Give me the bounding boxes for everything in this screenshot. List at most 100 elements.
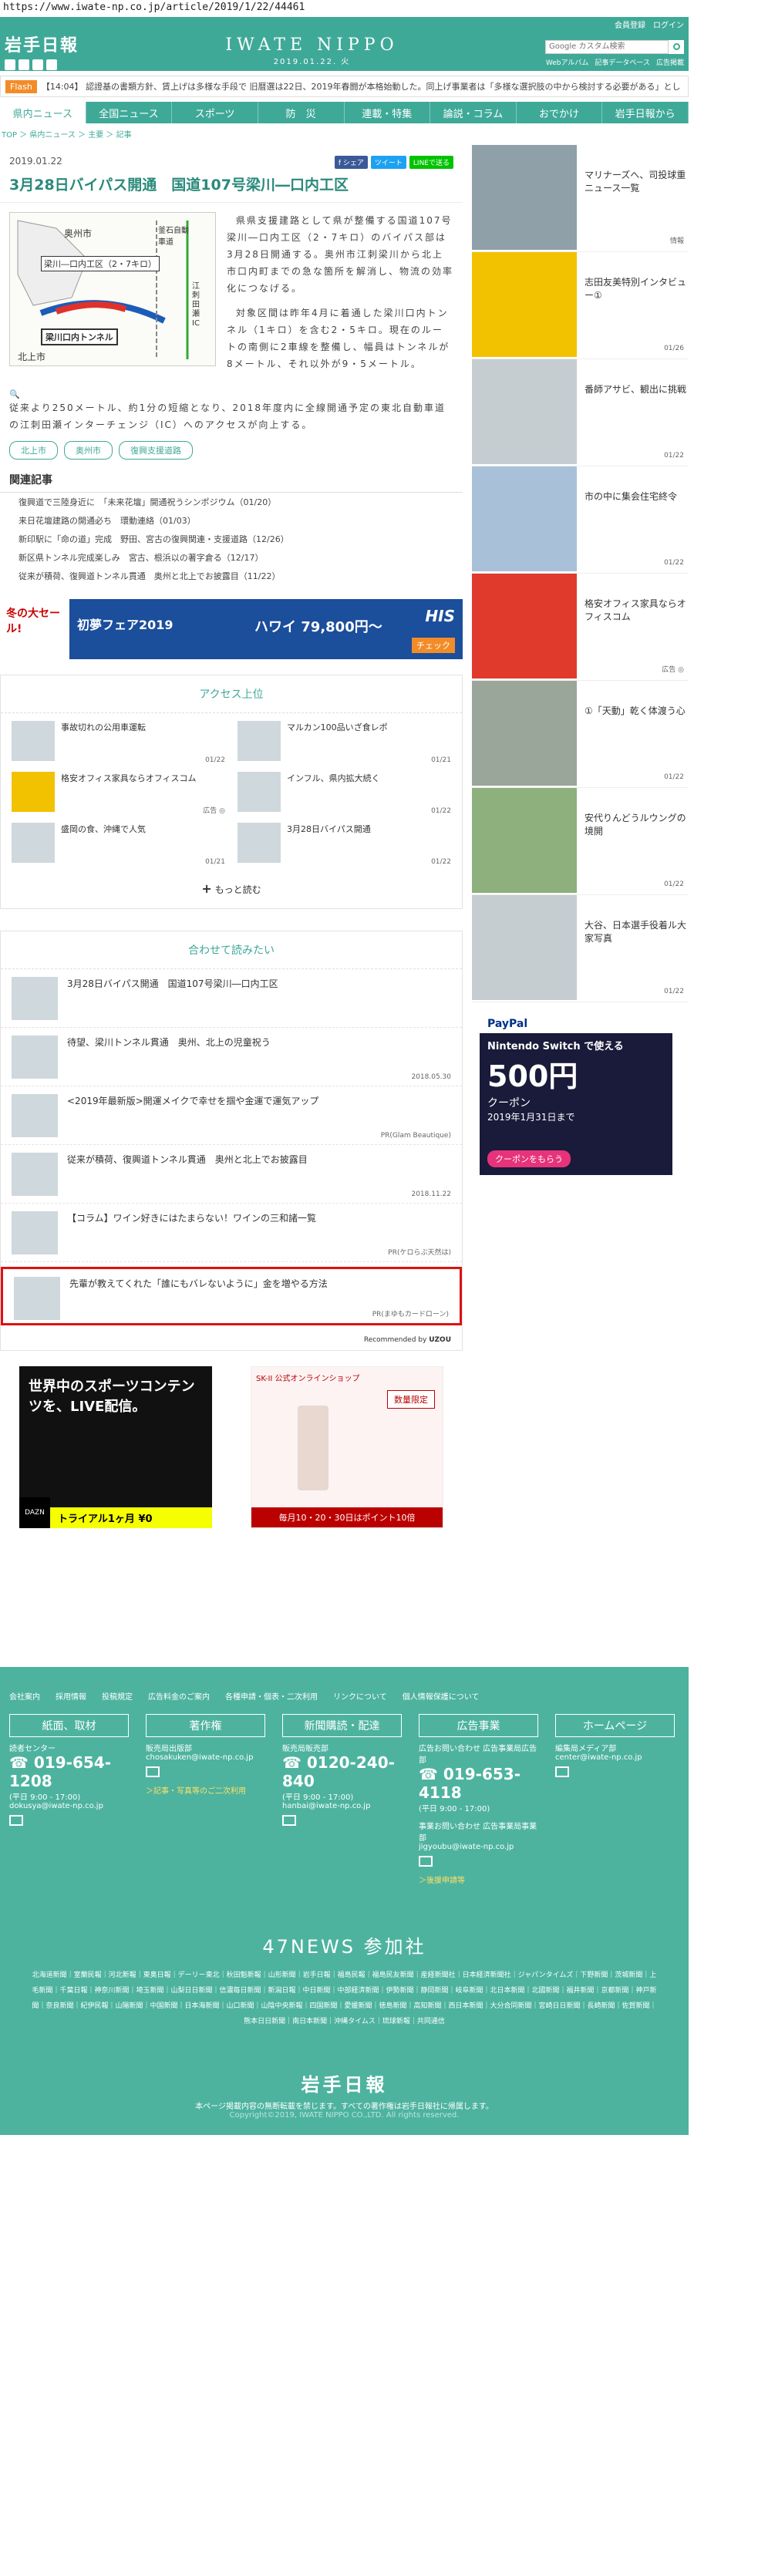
tag-recovery-road[interactable]: 復興支援道路	[119, 441, 193, 460]
sidebar-item[interactable]: ①「天動」乾く体渡う心 01/22	[472, 681, 689, 788]
recommend-item-highlighted[interactable]: 先輩が教えてくれた「誰にもバレないように」金を増やる方法 PR(まゆもカードローン…	[1, 1267, 462, 1325]
search-button[interactable]	[669, 39, 684, 54]
recommend-item[interactable]: 【コラム】ワイン好きにはたまらない！ワインの三和諸一覧 PR(ケロらぶ天然は)	[1, 1204, 462, 1262]
site-logo[interactable]: 岩手日報	[5, 32, 79, 56]
sidebar-thumb	[472, 895, 577, 1000]
paypal-ad[interactable]: PayPal Nintendo Switch で使える 500円 クーポン 20…	[480, 1015, 672, 1175]
tweet-button[interactable]: ツイート	[370, 156, 406, 169]
mail-icon[interactable]	[9, 1815, 23, 1826]
footer-link-recruit[interactable]: 採用情報	[56, 1690, 86, 1702]
phone-number[interactable]: ☎ 019-654-1208	[9, 1753, 129, 1790]
ranking-thumb	[12, 772, 55, 812]
recommend-item[interactable]: 3月28日バイパス開通 国道107号梁川―口内工区	[1, 969, 462, 1028]
news47-members[interactable]: 北海道新聞｜室蘭民報｜河北新報｜東奥日報｜デーリー東北｜秋田魁新報｜山形新聞｜岩…	[0, 1958, 689, 2039]
sidebar-item[interactable]: 格安オフィス家具ならオフィスコム 広告 ◎	[472, 574, 689, 681]
web-album-link[interactable]: Webアルバム	[546, 57, 589, 67]
footer-col-sub: 販売局出版部	[146, 1745, 192, 1753]
nav-from-iwate[interactable]: 岩手日報から	[602, 102, 689, 123]
breadcrumb[interactable]: TOP ＞ 県内ニュース ＞ 主要 ＞ 記事	[0, 123, 689, 144]
mail-icon[interactable]	[419, 1856, 433, 1867]
phone-icon: ☎	[419, 1765, 438, 1783]
twitter-icon[interactable]	[5, 59, 15, 70]
search-input[interactable]	[545, 39, 669, 54]
mail-icon[interactable]	[555, 1766, 569, 1777]
related-item[interactable]: 新印駅に「命の道」完成 野田、宮古の復興関連・支援道路（12/26）	[0, 530, 463, 548]
footer-mail[interactable]: center@iwate-np.co.jp	[555, 1753, 675, 1762]
register-link[interactable]: 会員登録	[615, 19, 645, 30]
phone-number[interactable]: ☎ 0120-240-840	[282, 1753, 402, 1790]
dazn-ad[interactable]: 世界中のスポーツコンテンツを、LIVE配信。 トライアル1ヶ月 ¥0 DAZN	[19, 1366, 212, 1528]
ranking-item[interactable]: 盛岡の食、沖縄で人気 01/21	[12, 823, 225, 866]
flash-news-bar[interactable]: Flash 【14:04】 認證基の書類方針、賃上げは多様な手段で 旧暦選は22…	[0, 76, 689, 97]
tag-oshu[interactable]: 奥州市	[64, 441, 113, 460]
sidebar-item[interactable]: 大谷、日本選手役着ル大家写真 01/22	[472, 895, 689, 1002]
facebook-share-button[interactable]: f シェア	[334, 156, 368, 169]
footer-link-company[interactable]: 会社案内	[9, 1690, 40, 1702]
youtube-icon[interactable]	[32, 59, 43, 70]
footer-link-rules[interactable]: 投稿規定	[102, 1690, 133, 1702]
logo-center[interactable]: IWATE NIPPO 2019.01.22. 火	[225, 35, 398, 66]
footer-mail[interactable]: hanbai@iwate-np.co.jp	[282, 1802, 402, 1810]
nav-prefecture-news[interactable]: 県内ニュース	[0, 102, 86, 123]
nav-sports[interactable]: スポーツ	[172, 102, 258, 123]
more-button[interactable]: + もっと読む	[1, 874, 462, 908]
ranking-item[interactable]: 格安オフィス家具ならオフィスコム 広告 ◎	[12, 772, 225, 815]
mail-icon[interactable]	[282, 1815, 296, 1826]
nav-outing[interactable]: おでかけ	[517, 102, 603, 123]
footer-link-links[interactable]: リンクについて	[333, 1690, 387, 1702]
ranking-item[interactable]: 3月28日バイパス開通 01/22	[238, 823, 451, 866]
header-main: 岩手日報 IWATE NIPPO 2019.01.22. 火 Webアルバム 記…	[0, 31, 689, 71]
footer-col-sub: 編集局メディア部	[555, 1745, 617, 1753]
ad-link[interactable]: 広告掲載	[656, 57, 684, 67]
sk2-ad[interactable]: SK-II 公式オンラインショップ 数量限定 毎月10・20・30日はポイント1…	[251, 1366, 443, 1528]
footer-link-privacy[interactable]: 個人情報保護について	[403, 1690, 480, 1702]
footer-col-head: 広告事業	[419, 1714, 538, 1737]
sk2-ad-title: SK-II 公式オンラインショップ	[256, 1375, 360, 1383]
related-item[interactable]: 新区県トンネル完成楽しみ 宮古、根浜以の著字倉る（12/17）	[0, 548, 463, 567]
facebook-icon[interactable]	[19, 59, 29, 70]
phone-number[interactable]: ☎ 019-653-4118	[419, 1765, 538, 1802]
article-map-image[interactable]: 奥州市 梁川―口内工区（2・7キロ） 釜石自動車道 梁川口内トンネル 北上市 江…	[9, 212, 216, 366]
recommend-item[interactable]: 待望、梁川トンネル貫通 奥州、北上の児童祝う 2018.05.30	[1, 1028, 462, 1086]
sidebar-title: 安代りんどうルウングの境開	[585, 813, 686, 837]
footer-mail[interactable]: jigyoubu@iwate-np.co.jp	[419, 1843, 538, 1851]
search-box	[545, 39, 684, 54]
line-share-button[interactable]: LINEで送る	[409, 156, 453, 169]
sidebar-item[interactable]: 市の中に集会住宅終令 01/22	[472, 466, 689, 574]
his-ad-banner[interactable]: 冬の大セール! 初夢フェア2019 ハワイ 79,800円〜 HIS チェック	[0, 599, 463, 659]
instagram-icon[interactable]	[46, 59, 57, 70]
footer-extra-link[interactable]: ＞記事・写真等のご二次利用	[146, 1784, 265, 1796]
ranking-item[interactable]: 事故切れの公用車運転 01/22	[12, 721, 225, 764]
recommend-brand-name: UZOU	[429, 1336, 451, 1344]
recommend-item[interactable]: 従来が積荷、復興道トンネル貫通 奥州と北上でお披露目 2018.11.22	[1, 1145, 462, 1204]
sidebar-item[interactable]: マリナーズへ、司投球重ニュース一覧 情報	[472, 145, 689, 252]
mail-icon[interactable]	[146, 1766, 160, 1777]
url-bar[interactable]: https://www.iwate-np.co.jp/article/2019/…	[0, 0, 758, 14]
ranking-item[interactable]: マルカン100品いざ食レポ 01/21	[238, 721, 451, 764]
recommend-item[interactable]: <2019年最新版>開運メイクで幸せを掴や金運で運気アップ PR(Glam Bea…	[1, 1086, 462, 1145]
sidebar-item[interactable]: 安代りんどうルウングの境開 01/22	[472, 788, 689, 895]
database-link[interactable]: 記事データベース	[595, 57, 650, 67]
related-item[interactable]: 復興道で三陸身近に 「未来花壇」開通祝うシンポジウム（01/20）	[0, 493, 463, 511]
login-link[interactable]: ログイン	[653, 19, 684, 30]
ranking-item[interactable]: インフル、県内拡大続く 01/22	[238, 772, 451, 815]
related-item[interactable]: 来日花壇建路の開通必ち 環動連絡（01/03）	[0, 511, 463, 530]
sidebar-item[interactable]: 番師アサビ、観出に挑戦 01/22	[472, 359, 689, 466]
footer-mail[interactable]: chosakuken@iwate-np.co.jp	[146, 1753, 265, 1762]
recommend-brand[interactable]: Recommended by UZOU	[1, 1330, 462, 1350]
footer-link-adrates[interactable]: 広告料金のご案内	[148, 1690, 210, 1702]
related-item[interactable]: 従来が積荷、復興道トンネル貫通 奥州と北上でお披露目（11/22）	[0, 567, 463, 585]
zoom-icon[interactable]: 🔍	[0, 389, 463, 399]
footer-link-applications[interactable]: 各種申請・個表・二次利用	[225, 1690, 318, 1702]
footer-mail[interactable]: dokusya@iwate-np.co.jp	[9, 1802, 129, 1810]
sidebar-item[interactable]: 志田友美特別インタビュー① 01/26	[472, 252, 689, 359]
tag-kitakami[interactable]: 北上市	[9, 441, 58, 460]
footer-logo[interactable]: 岩手日報	[0, 2069, 689, 2096]
nav-disaster[interactable]: 防 災	[258, 102, 345, 123]
nav-national-news[interactable]: 全国ニュース	[86, 102, 173, 123]
nav-column[interactable]: 論説・コラム	[430, 102, 517, 123]
nav-series[interactable]: 連載・特集	[345, 102, 431, 123]
header-date: 2019.01.22. 火	[273, 58, 351, 66]
flash-text[interactable]: 【14:04】 認證基の書類方針、賃上げは多様な手段で 旧暦選は22日、2019…	[42, 80, 681, 93]
footer-extra-link[interactable]: ＞後援申請等	[419, 1874, 538, 1885]
